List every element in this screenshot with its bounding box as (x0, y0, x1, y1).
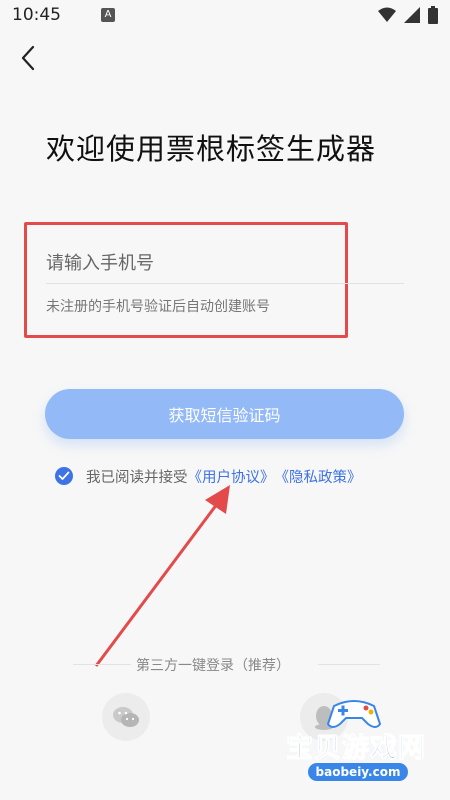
watermark-url: baobeiy.com (308, 763, 408, 781)
wechat-login-button[interactable] (102, 693, 150, 741)
status-time: 10:45 (12, 5, 61, 25)
get-sms-code-button[interactable]: 获取短信验证码 (45, 389, 404, 439)
chevron-left-icon (21, 45, 35, 71)
check-icon (58, 471, 70, 480)
notification-icon: A (101, 8, 115, 22)
hint-text: 未注册的手机号验证后自动创建账号 (46, 299, 270, 315)
user-agreement-link[interactable]: 《用户协议》 (188, 466, 275, 487)
third-party-login-label: 第三方一键登录（推荐） (136, 658, 290, 674)
divider-right (318, 664, 380, 665)
wechat-icon (113, 707, 139, 727)
agreement-text: 我已阅读并接受 (86, 469, 188, 486)
signal-icon (404, 7, 420, 23)
page-title: 欢迎使用票根标签生成器 (46, 132, 377, 166)
battery-icon (428, 6, 438, 24)
status-icons (378, 6, 438, 24)
privacy-policy-link[interactable]: 《隐私政策》 (275, 466, 362, 487)
agreement-row: 我已阅读并接受 《用户协议》 《隐私政策》 (55, 465, 362, 487)
agreement-checkbox[interactable] (55, 467, 73, 485)
wifi-icon (378, 7, 396, 22)
watermark-logo: 宝贝游戏网 baobeiy.com (276, 690, 446, 790)
status-bar: 10:45 A (0, 0, 450, 30)
input-divider (46, 283, 404, 284)
back-button[interactable] (14, 42, 42, 74)
divider-left (73, 664, 131, 665)
phone-input[interactable] (46, 244, 404, 282)
watermark-title: 宝贝游戏网 (286, 733, 426, 765)
